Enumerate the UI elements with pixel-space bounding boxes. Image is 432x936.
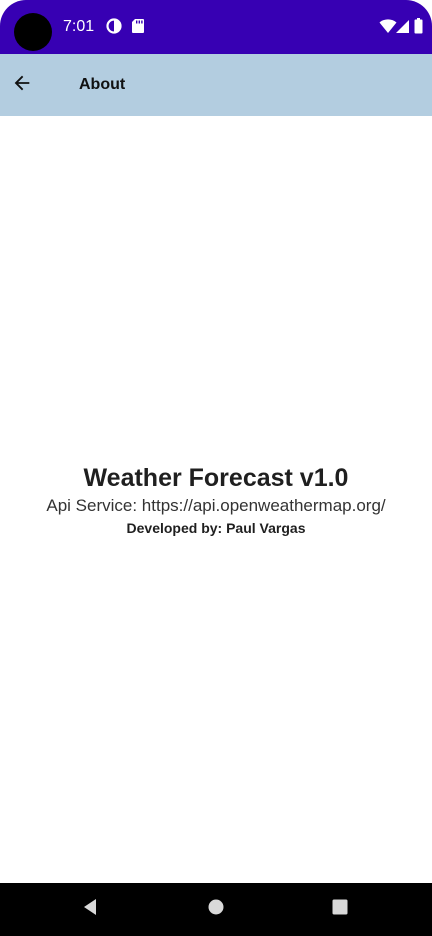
camera-cutout <box>14 13 52 51</box>
back-button[interactable] <box>4 67 40 103</box>
sd-card-icon <box>131 18 145 39</box>
status-bar: 7:01 <box>0 0 432 54</box>
page-title: About <box>79 76 126 93</box>
system-nav-bar <box>0 883 432 936</box>
arrow-left-icon <box>11 72 33 99</box>
nav-back-button[interactable] <box>78 897 102 921</box>
app-name: Weather Forecast v1.0 <box>83 464 349 492</box>
back-triangle-icon <box>81 897 99 922</box>
about-info: Weather Forecast v1.0 Api Service: https… <box>0 462 432 538</box>
about-content: Weather Forecast v1.0 Api Service: https… <box>0 116 432 883</box>
developer-credit: Developed by: Paul Vargas <box>126 520 306 536</box>
wifi-icon <box>379 18 397 39</box>
nav-home-button[interactable] <box>204 897 228 921</box>
recents-square-icon <box>331 898 349 921</box>
app-bar: About <box>0 54 432 116</box>
screen: 7:01 About Weather Forecast v1.0 Api Ser… <box>0 0 432 936</box>
home-circle-icon <box>207 898 225 921</box>
status-time: 7:01 <box>63 18 95 35</box>
data-saver-icon <box>106 18 122 39</box>
signal-icon <box>396 18 410 39</box>
api-service-text: Api Service: https://api.openweathermap.… <box>46 496 386 515</box>
nav-recents-button[interactable] <box>328 897 352 921</box>
battery-icon <box>414 18 423 39</box>
